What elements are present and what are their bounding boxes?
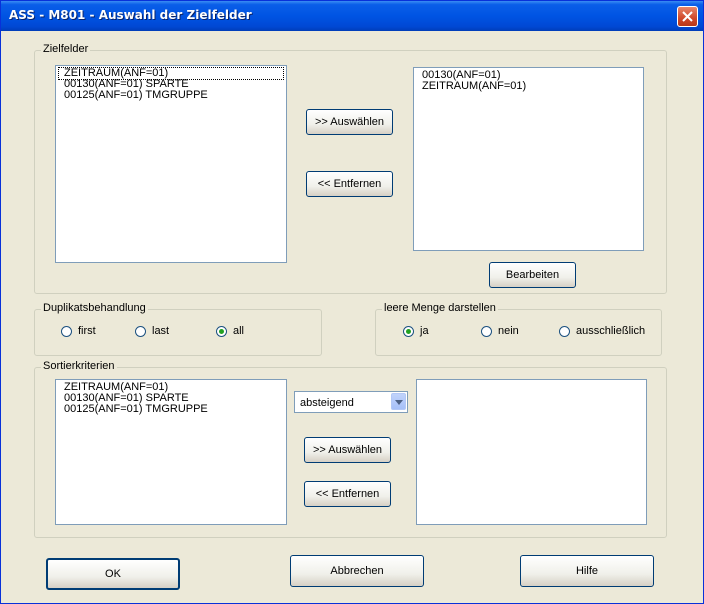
window-title: ASS - M801 - Auswahl der Zielfelder [9, 8, 252, 22]
radio-button[interactable] [61, 325, 72, 337]
ok-button[interactable]: OK [46, 558, 180, 590]
zielfelder-remove-button[interactable]: << Entfernen [306, 171, 393, 197]
sortierkriterien-available-list[interactable]: ZEITRAUM(ANF=01) 00130(ANF=01) SPARTE 00… [55, 379, 287, 525]
radio-label: all [233, 325, 245, 337]
sort-order-select[interactable]: absteigend [294, 391, 408, 413]
leere-menge-legend: leere Menge darstellen [382, 302, 498, 314]
sortierkriterien-selected-list[interactable] [416, 379, 647, 525]
radio-all[interactable]: all [216, 325, 244, 337]
radio-button[interactable] [403, 325, 414, 337]
close-button[interactable] [677, 6, 698, 27]
help-button[interactable]: Hilfe [520, 555, 654, 587]
list-item[interactable]: ZEITRAUM(ANF=01) [417, 81, 640, 92]
radio-nein[interactable]: nein [481, 325, 519, 337]
sort-remove-button[interactable]: << Entfernen [304, 481, 391, 507]
list-item[interactable]: 00125(ANF=01) TMGRUPPE [59, 90, 283, 101]
radio-label: ja [420, 325, 429, 337]
sort-order-value: absteigend [300, 397, 354, 409]
dropdown-button[interactable] [391, 393, 406, 410]
sortierkriterien-legend: Sortierkriterien [41, 360, 117, 372]
zielfelder-selected-list[interactable]: 00130(ANF=01) ZEITRAUM(ANF=01) [413, 67, 644, 251]
radio-label: ausschließlich [576, 325, 646, 337]
zielfelder-available-list[interactable]: ZEITRAUM(ANF=01) 00130(ANF=01) SPARTE 00… [55, 65, 287, 263]
radio-ausschliesslich[interactable]: ausschließlich [559, 325, 645, 337]
close-icon [682, 11, 693, 22]
radio-button[interactable] [216, 325, 227, 337]
radio-ja[interactable]: ja [403, 325, 429, 337]
duplikate-legend: Duplikatsbehandlung [41, 302, 148, 314]
zielfelder-legend: Zielfelder [41, 43, 91, 55]
radio-label: last [152, 325, 170, 337]
zielfelder-select-button[interactable]: >> Auswählen [306, 109, 393, 135]
cancel-button[interactable]: Abbrechen [290, 555, 424, 587]
radio-label: first [78, 325, 96, 337]
list-item[interactable]: 00125(ANF=01) TMGRUPPE [59, 404, 283, 415]
radio-last[interactable]: last [135, 325, 169, 337]
radio-button[interactable] [481, 325, 492, 337]
sort-select-button[interactable]: >> Auswählen [304, 437, 391, 463]
dialog-window: ASS - M801 - Auswahl der Zielfelder Ziel… [0, 0, 704, 604]
radio-label: nein [498, 325, 519, 337]
radio-first[interactable]: first [61, 325, 96, 337]
chevron-down-icon [395, 400, 403, 405]
radio-button[interactable] [135, 325, 146, 337]
radio-button[interactable] [559, 325, 570, 337]
edit-button[interactable]: Bearbeiten [489, 262, 576, 288]
title-bar[interactable]: ASS - M801 - Auswahl der Zielfelder [1, 1, 703, 31]
